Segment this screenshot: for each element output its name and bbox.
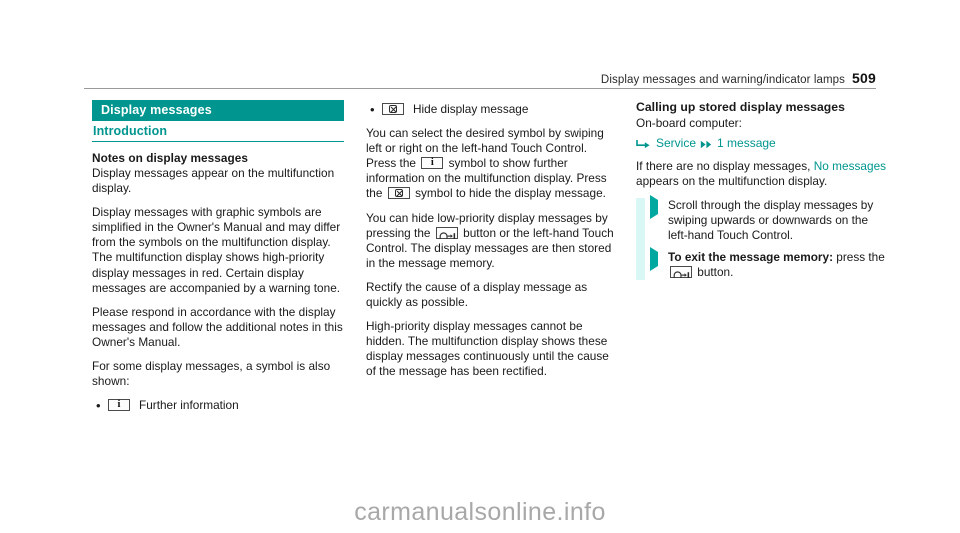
paragraph: High-priority display messages cannot be…	[366, 319, 609, 379]
triangle-bullet-icon	[650, 246, 668, 271]
status-text-no-messages: No messages	[813, 159, 887, 174]
paragraph: Please respond in accordance with the di…	[92, 304, 343, 349]
page-number: 509	[852, 70, 876, 86]
bullet-marker: •	[370, 102, 375, 117]
instruction-step: To exit the message memory: press the bu…	[650, 246, 888, 280]
paragraph: If there are no display messages, No mes…	[636, 159, 888, 189]
paragraph: Rectify the cause of a display message a…	[366, 279, 588, 310]
paragraph: Display messages appear on the multifunc…	[92, 166, 335, 196]
instruction-step-body: press the	[836, 249, 885, 264]
subheading: On-board computer:	[636, 116, 742, 130]
instruction-step-emphasis: To exit the message memory:	[668, 249, 833, 264]
breadcrumb-item-service[interactable]: Service	[656, 135, 696, 151]
paragraph: For some display messages, a symbol is a…	[92, 359, 331, 389]
instruction-step-body-after: button.	[697, 264, 734, 279]
calling-up-heading: Calling up stored display messages	[636, 100, 845, 114]
header-divider	[84, 88, 876, 89]
instruction-steps: Scroll through the display messages by s…	[636, 195, 888, 281]
list-item: • i Further information	[92, 398, 344, 413]
instruction-step: Scroll through the display messages by s…	[650, 195, 888, 243]
back-button-icon	[435, 226, 458, 240]
bullet-marker: •	[96, 398, 101, 414]
list-item: • Hide display message	[366, 102, 618, 117]
info-i-icon: i	[108, 399, 130, 412]
breadcrumb: Service 1 message	[636, 135, 888, 151]
paragraph: You can hide low-priority display messag…	[366, 211, 618, 271]
corner-arrow-icon	[636, 138, 651, 149]
list-item-label: Hide display message	[413, 102, 529, 116]
instruction-step-text: Scroll through the display messages by s…	[668, 198, 874, 243]
list-item-label: Further information	[139, 398, 239, 413]
section-title-bar: Display messages	[92, 100, 344, 121]
watermark: carmanualsonline.info	[354, 498, 606, 526]
column-right: Calling up stored display messages On-bo…	[636, 100, 888, 286]
triangle-bullet-icon	[650, 195, 668, 220]
paragraph-text: appears on the multifunction display.	[636, 174, 828, 189]
notes-heading: Notes on display messages	[92, 151, 248, 165]
column-left: Display messages Introduction Notes on d…	[92, 100, 344, 422]
paragraph-text: If there are no display messages,	[636, 159, 811, 174]
paragraph-text: symbol to hide the display message.	[415, 186, 606, 201]
hide-message-icon	[382, 103, 404, 115]
double-arrow-icon	[700, 138, 713, 149]
info-i-icon: i	[421, 157, 444, 170]
back-button-icon	[670, 265, 692, 279]
subsection-title: Introduction	[92, 124, 344, 142]
hide-message-icon	[387, 187, 410, 200]
instruction-step-text: To exit the message memory: press the bu…	[668, 250, 888, 280]
paragraph: You can select the desired symbol by swi…	[366, 126, 618, 201]
header-title: Display messages and warning/indicator l…	[600, 74, 846, 86]
breadcrumb-item-message[interactable]: 1 message	[717, 135, 776, 151]
running-header: Display messages and warning/indicator l…	[84, 70, 876, 88]
column-middle: • Hide display message You can select th…	[366, 100, 618, 389]
paragraph: Display messages with graphic symbols ar…	[92, 205, 341, 295]
